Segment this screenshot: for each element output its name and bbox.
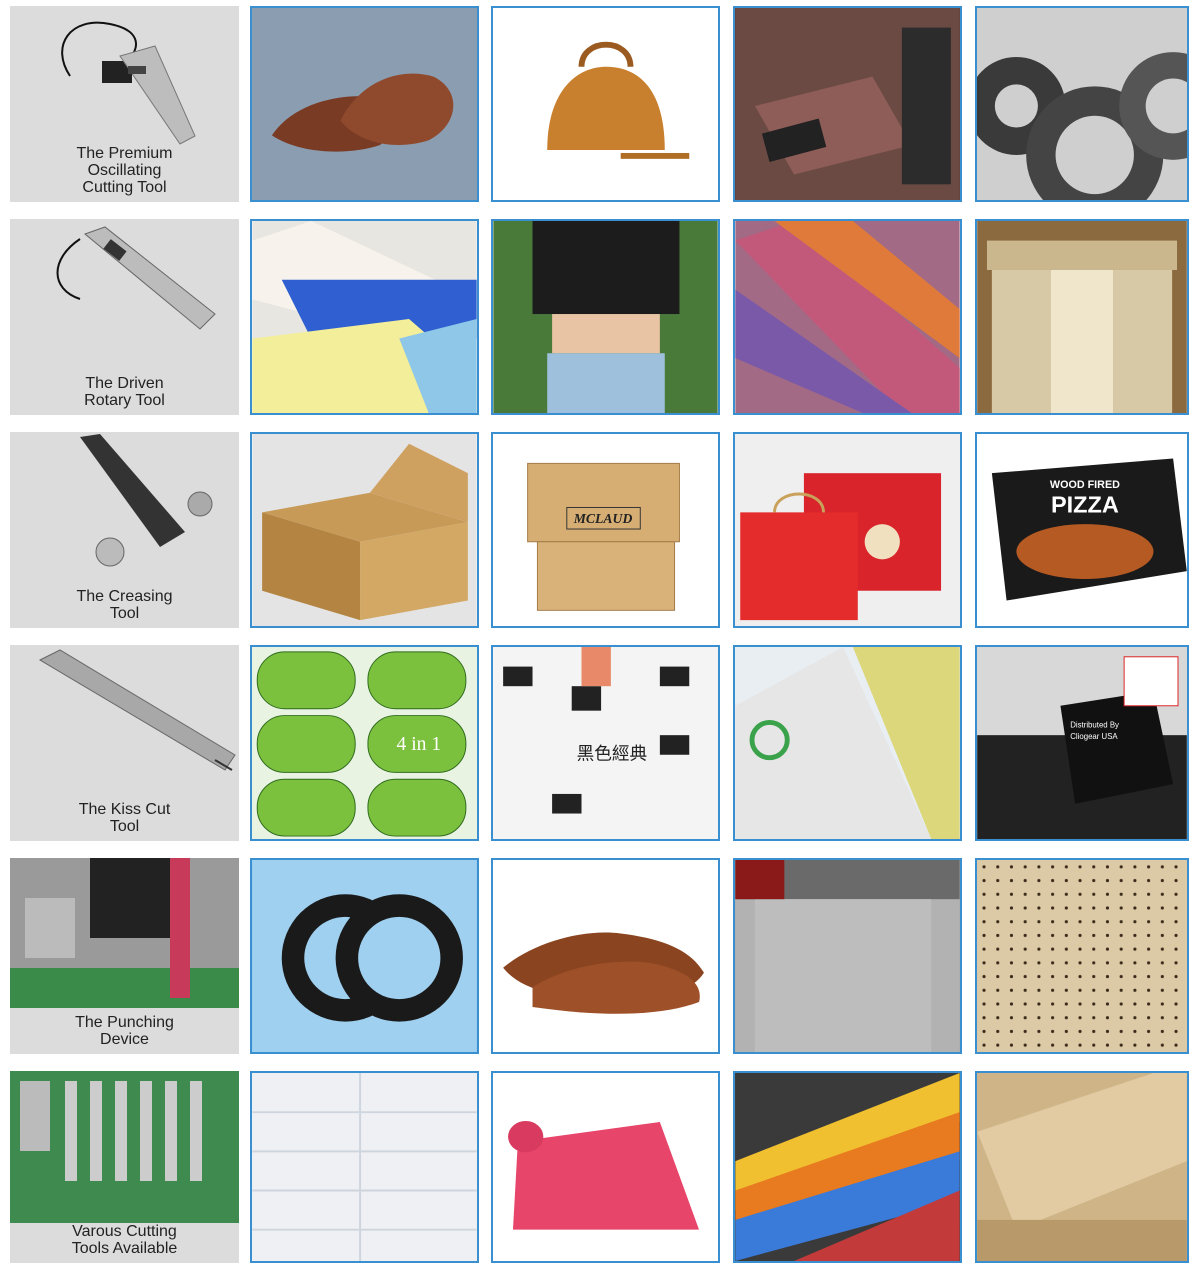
acrylic-sheets-icon	[735, 1073, 960, 1261]
red-gift-box-icon	[740, 473, 942, 621]
sample-rubber-gaskets	[975, 6, 1189, 202]
leather-handbag-icon	[547, 41, 690, 159]
4in1-stickers-icon: 4 in 1	[256, 651, 467, 837]
sample-car-seat-leather	[733, 858, 962, 1054]
cardboard-box-icon	[252, 434, 477, 626]
sample-oxford-shoe	[491, 858, 720, 1054]
sample-rubber-gaskets-ring	[250, 858, 479, 1054]
sample-pizza-box: WOOD FIRED PIZZA	[975, 432, 1189, 628]
tool-card-various: Varous Cutting Tools Available	[10, 1071, 239, 1263]
sample-red-gift-box	[733, 432, 962, 628]
tool-label: The Premium Oscillating Cutting Tool	[76, 145, 173, 196]
fabric-sheets-icon	[252, 221, 477, 413]
sample-distributor-label: Distributed By Cliogear USA	[975, 645, 1189, 841]
rubber-gaskets-ring-icon	[252, 860, 477, 1052]
yoga-mat-icon	[508, 1120, 700, 1230]
foam-boards-icon	[252, 1073, 477, 1261]
t-shirt-icon	[493, 221, 718, 413]
sample-curtains	[975, 219, 1189, 415]
sample-recycle-envelope	[733, 645, 962, 841]
tool-label: The Kiss Cut Tool	[78, 801, 171, 835]
oxford-shoe-icon	[503, 932, 704, 1014]
tool-label: The Driven Rotary Tool	[84, 375, 165, 409]
tool-card-creasing: The Creasing Tool	[10, 432, 239, 628]
sample-leather-handbag	[491, 6, 720, 202]
carton-brand-text: MCLAUD	[573, 511, 633, 526]
tool-card-oscillating: The Premium Oscillating Cutting Tool	[10, 6, 239, 202]
tool-card-kiss-cut: The Kiss Cut Tool	[10, 645, 239, 841]
sample-car-floor-mat	[733, 6, 962, 202]
sticker-text: 4 in 1	[397, 734, 442, 755]
sample-yoga-mat	[491, 1071, 720, 1263]
sample-colored-fabrics	[733, 219, 962, 415]
tool-card-punching: The Punching Device	[10, 858, 239, 1054]
rubber-gaskets-icon	[977, 8, 1187, 200]
tool-label: Varous Cutting Tools Available	[71, 1223, 178, 1257]
curtains-icon	[977, 221, 1187, 413]
sample-leather-shoes	[250, 6, 479, 202]
sample-perforated-board	[975, 858, 1189, 1054]
mclaud-carton-icon: MCLAUD	[527, 462, 680, 611]
perforated-board-icon	[977, 860, 1187, 1052]
mdf-board-icon	[977, 1073, 1187, 1261]
sample-cardboard-box	[250, 432, 479, 628]
tool-material-grid: The Premium Oscillating Cutting Tool The…	[0, 0, 1189, 1263]
colored-fabrics-icon	[735, 221, 960, 413]
car-seat-leather-icon	[735, 860, 960, 1052]
black-label-stickers-icon: 黑色經典	[503, 647, 690, 814]
distributor-label-icon: Distributed By Cliogear USA	[977, 656, 1187, 839]
sample-fabric-sheets	[250, 219, 479, 415]
tool-label: The Creasing Tool	[76, 588, 173, 622]
sample-foam-boards	[250, 1071, 479, 1263]
car-floor-mat-icon	[735, 8, 960, 200]
tool-card-rotary: The Driven Rotary Tool	[10, 219, 239, 415]
distributor-line-1: Distributed By	[1070, 720, 1119, 729]
sample-acrylic-sheets	[733, 1071, 962, 1263]
tool-label: The Punching Device	[75, 1014, 174, 1048]
pizza-box-text: PIZZA	[1051, 491, 1119, 517]
pizza-box-subtext: WOOD FIRED	[1050, 479, 1120, 491]
sample-black-label-stickers: 黑色經典	[491, 645, 720, 841]
sample-mclaud-carton: MCLAUD	[491, 432, 720, 628]
sample-mdf-board	[975, 1071, 1189, 1263]
label-text: 黑色經典	[577, 744, 648, 765]
sample-t-shirt	[491, 219, 720, 415]
recycle-envelope-icon	[735, 647, 960, 839]
leather-shoes-icon	[252, 8, 477, 200]
distributor-line-2: Cliogear USA	[1070, 732, 1118, 741]
pizza-box-icon: WOOD FIRED PIZZA	[991, 458, 1187, 601]
sample-4in1-stickers: 4 in 1	[250, 645, 479, 841]
